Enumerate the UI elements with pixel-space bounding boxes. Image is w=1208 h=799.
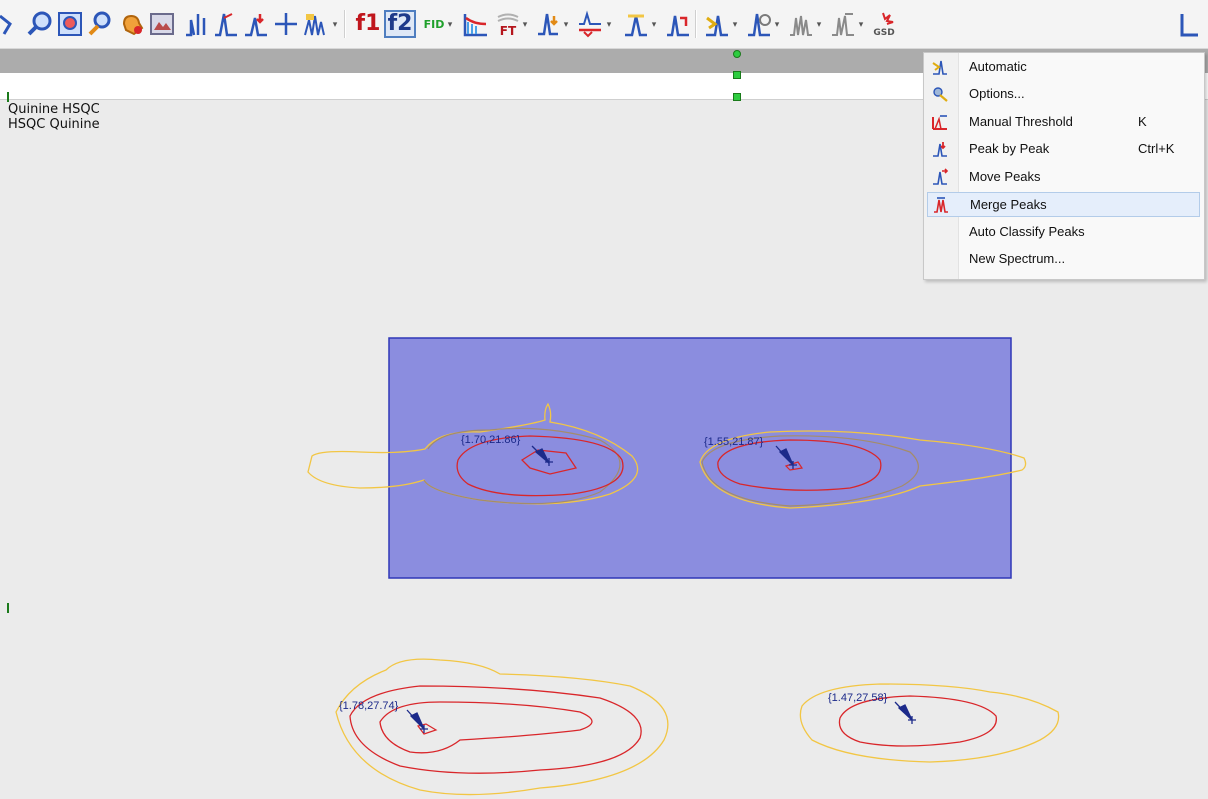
- menu-item-label: Manual Threshold: [969, 114, 1073, 129]
- spectrum-stack-icon[interactable]: [1176, 8, 1204, 40]
- peak-annotate-icon[interactable]: [662, 8, 694, 40]
- merge-peaks-icon: [932, 196, 950, 214]
- zoom-icon[interactable]: [24, 8, 56, 40]
- fid-dropdown-caret[interactable]: ▾: [446, 20, 454, 30]
- image-view-icon[interactable]: [146, 8, 178, 40]
- move-peaks-icon: [931, 168, 949, 186]
- resize-handle-top[interactable]: [733, 50, 741, 58]
- integration-dropdown-caret[interactable]: ▾: [857, 20, 865, 30]
- toolbar: ▾ f1 f2 FID ▾ FT ▾ ▾ ▾ ▾ ▾ ▾ ▾ ▾ GSD: [0, 0, 1208, 49]
- contour-mid: [379, 701, 593, 754]
- peak-label[interactable]: {1.78,27.74}: [339, 700, 398, 712]
- menu-item-shortcut: K: [1138, 114, 1147, 129]
- integration-analysis-icon[interactable]: [827, 8, 859, 40]
- multiplet-analysis-icon[interactable]: [785, 8, 817, 40]
- gsd-label: GSD: [873, 28, 894, 38]
- f2-label: f2: [383, 10, 417, 38]
- peak-marker-arrow: [409, 712, 425, 730]
- peak-shape-icon[interactable]: [210, 8, 242, 40]
- phase-icon[interactable]: [532, 8, 564, 40]
- peak-picking-menu: Automatic Options... Manual Threshold K …: [923, 52, 1205, 280]
- toolbar-separator: [344, 10, 346, 38]
- zoom-fit-icon[interactable]: [54, 8, 86, 40]
- contour-outer: [335, 658, 669, 796]
- selection-rectangle[interactable]: [388, 337, 1012, 579]
- peak-pick-icon[interactable]: [240, 8, 272, 40]
- peak-by-peak-icon: [931, 140, 949, 158]
- ft-button[interactable]: FT: [492, 8, 524, 40]
- f2-button[interactable]: f2: [383, 8, 417, 40]
- menu-item-new-spectrum[interactable]: New Spectrum...: [927, 247, 1200, 272]
- auto-peak-picking-icon[interactable]: [701, 8, 733, 40]
- menu-item-peak-by-peak[interactable]: Peak by Peak Ctrl+K: [927, 137, 1200, 162]
- menu-item-options[interactable]: Options...: [927, 82, 1200, 107]
- peak-options-icon: [931, 85, 949, 103]
- baseline-icon[interactable]: [574, 8, 606, 40]
- menu-item-label: Merge Peaks: [970, 197, 1047, 212]
- resize-handle-middle[interactable]: [733, 71, 741, 79]
- pan-hand-icon[interactable]: [116, 8, 148, 40]
- peak-label[interactable]: {1.70,21.86}: [461, 434, 520, 446]
- baseline-dropdown-caret[interactable]: ▾: [605, 20, 613, 30]
- peak-picking-dropdown-caret[interactable]: ▾: [731, 20, 739, 30]
- zoom-out-icon[interactable]: [84, 8, 116, 40]
- menu-item-label: New Spectrum...: [969, 251, 1066, 266]
- menu-item-merge-peaks[interactable]: Merge Peaks: [927, 192, 1200, 217]
- manual-threshold-icon: [931, 113, 949, 131]
- phase-dropdown-caret[interactable]: ▾: [562, 20, 570, 30]
- deconvolution-dropdown-caret[interactable]: ▾: [773, 20, 781, 30]
- menu-item-move-peaks[interactable]: Move Peaks: [927, 165, 1200, 190]
- reference-icon[interactable]: [620, 8, 652, 40]
- menu-item-label: Peak by Peak: [969, 141, 1050, 156]
- peak-label[interactable]: {1.47,27.58}: [828, 692, 887, 704]
- multiplet-analysis-dropdown-caret[interactable]: ▾: [815, 20, 823, 30]
- peak-marker-arrow: [897, 704, 913, 721]
- ft-dropdown-caret[interactable]: ▾: [521, 20, 529, 30]
- gsd-button[interactable]: GSD: [869, 8, 901, 40]
- reference-dropdown-caret[interactable]: ▾: [650, 20, 658, 30]
- integral-icon[interactable]: [180, 8, 212, 40]
- menu-item-label: Options...: [969, 86, 1025, 101]
- f1-button[interactable]: f1: [352, 8, 384, 40]
- f1-label: f1: [355, 11, 381, 36]
- menu-item-automatic[interactable]: Automatic: [927, 55, 1200, 80]
- menu-item-auto-classify-peaks[interactable]: Auto Classify Peaks: [927, 220, 1200, 245]
- menu-item-label: Auto Classify Peaks: [969, 224, 1085, 239]
- menu-item-shortcut: Ctrl+K: [1138, 141, 1175, 156]
- toolbar-separator: [695, 10, 697, 38]
- auto-peak-icon: [931, 58, 949, 76]
- multiplet-icon[interactable]: [300, 8, 332, 40]
- deconvolution-icon[interactable]: [743, 8, 775, 40]
- ft-label: FT: [500, 24, 517, 38]
- fid-label: FID: [423, 17, 445, 31]
- menu-item-manual-threshold[interactable]: Manual Threshold K: [927, 110, 1200, 135]
- menu-item-label: Automatic: [969, 59, 1027, 74]
- apodization-icon[interactable]: [460, 8, 492, 40]
- peak-pick-arrow-icon[interactable]: [0, 8, 26, 40]
- menu-item-label: Move Peaks: [969, 169, 1041, 184]
- peak-label[interactable]: {1.55,21.87}: [704, 436, 763, 448]
- multiplet-dropdown-caret[interactable]: ▾: [331, 20, 339, 30]
- crosshair-icon[interactable]: [270, 8, 302, 40]
